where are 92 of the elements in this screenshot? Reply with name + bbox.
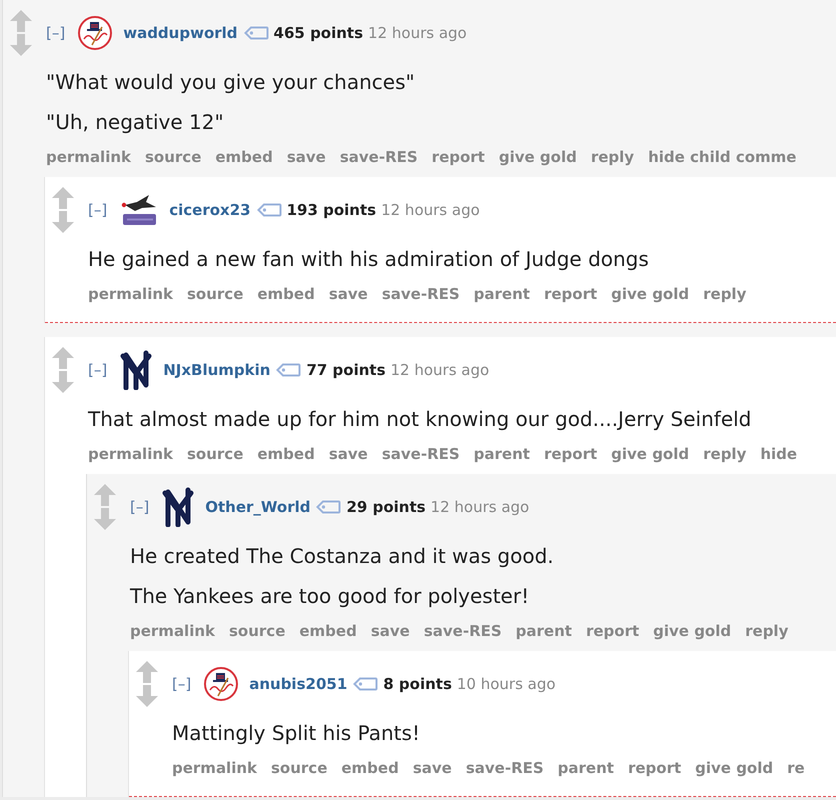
action-link[interactable]: hide child comme: [648, 146, 796, 168]
ring-emblem-icon: [203, 666, 240, 702]
action-link[interactable]: parent: [474, 442, 530, 466]
tag-icon[interactable]: [256, 203, 282, 217]
action-link[interactable]: reply: [703, 282, 746, 306]
upvote-icon[interactable]: [52, 347, 74, 369]
action-link[interactable]: report: [544, 442, 598, 466]
timestamp: 12 hours ago: [430, 496, 530, 518]
action-link[interactable]: source: [145, 146, 202, 168]
action-link[interactable]: permalink: [88, 282, 173, 306]
score-text: 465 points: [274, 22, 364, 44]
crossed-emblem-icon: [119, 350, 154, 390]
collapse-toggle[interactable]: [–]: [88, 358, 108, 382]
action-link[interactable]: source: [187, 442, 244, 466]
action-link[interactable]: source: [229, 620, 286, 642]
username-link[interactable]: anubis2051: [249, 672, 348, 696]
comment-text: The Yankees are too good for polyester!: [130, 583, 530, 610]
action-link[interactable]: give gold: [498, 146, 577, 168]
comment-text: That almost made up for him not knowing our god....Jerry Seinfeld: [88, 406, 752, 433]
action-link[interactable]: permalink: [130, 620, 215, 642]
timestamp: 12 hours ago: [368, 22, 467, 44]
timestamp: 12 hours ago: [390, 360, 490, 381]
collapse-toggle[interactable]: [–]: [130, 496, 150, 518]
comment-text: "What would you give your chances": [46, 69, 416, 96]
comment-text: He created The Costanza and it was good.: [130, 543, 555, 570]
action-link[interactable]: save: [328, 442, 368, 466]
action-link[interactable]: embed: [257, 282, 315, 306]
username-link[interactable]: NJxBlumpkin: [163, 358, 270, 382]
downvote-icon[interactable]: [10, 34, 32, 56]
action-link[interactable]: permalink: [88, 442, 173, 466]
action-link[interactable]: save: [412, 756, 452, 780]
action-link[interactable]: reply: [745, 620, 788, 642]
downvote-icon[interactable]: [136, 685, 158, 707]
action-link[interactable]: report: [628, 756, 682, 780]
score-text: 8 points: [383, 674, 452, 695]
action-link[interactable]: save-RES: [340, 146, 418, 168]
action-link[interactable]: report: [544, 282, 598, 306]
upvote-icon[interactable]: [136, 661, 158, 683]
tag-icon[interactable]: [316, 500, 342, 514]
upvote-icon[interactable]: [94, 484, 116, 506]
downvote-icon[interactable]: [94, 508, 116, 530]
score-text: 193 points: [286, 200, 376, 221]
action-link[interactable]: permalink: [172, 756, 257, 780]
collapse-toggle[interactable]: [–]: [172, 672, 192, 696]
username-link[interactable]: cicerox23: [169, 198, 251, 222]
comment-text: Mattingly Split his Pants!: [172, 720, 421, 747]
timestamp: 10 hours ago: [456, 674, 556, 695]
action-link[interactable]: give gold: [611, 442, 690, 466]
action-link[interactable]: parent: [558, 756, 614, 780]
action-link[interactable]: parent: [516, 620, 572, 642]
crossed-emblem-icon: [161, 487, 196, 527]
action-link[interactable]: parent: [474, 282, 530, 306]
collapse-toggle[interactable]: [–]: [46, 22, 66, 44]
action-link[interactable]: embed: [299, 620, 357, 642]
action-link[interactable]: save-RES: [466, 756, 544, 780]
action-link[interactable]: permalink: [46, 146, 131, 168]
tag-icon[interactable]: [353, 677, 378, 691]
action-link[interactable]: save-RES: [424, 620, 502, 642]
upvote-icon[interactable]: [10, 10, 32, 32]
action-link[interactable]: re: [787, 756, 805, 780]
action-link[interactable]: embed: [215, 146, 273, 168]
action-link[interactable]: save-RES: [382, 282, 460, 306]
action-link[interactable]: save-RES: [382, 442, 460, 466]
comment-text: "Uh, negative 12": [46, 109, 225, 136]
action-link[interactable]: embed: [341, 756, 399, 780]
action-link[interactable]: hide: [760, 442, 798, 466]
comment-text: He gained a new fan with his admiration of Judge dongs: [88, 246, 650, 273]
ring-emblem-icon: [77, 15, 114, 51]
username-link[interactable]: Other_World: [205, 496, 310, 518]
action-link[interactable]: save: [286, 146, 326, 168]
action-link[interactable]: source: [271, 756, 328, 780]
action-link[interactable]: report: [432, 146, 485, 168]
action-link[interactable]: give gold: [695, 756, 774, 780]
tag-icon[interactable]: [244, 26, 269, 40]
action-link[interactable]: reply: [590, 146, 634, 168]
timestamp: 12 hours ago: [381, 200, 480, 221]
score-text: 77 points: [306, 360, 386, 381]
downvote-icon[interactable]: [52, 371, 74, 393]
tag-icon[interactable]: [276, 363, 302, 377]
action-link[interactable]: give gold: [653, 620, 732, 642]
action-link[interactable]: source: [187, 282, 244, 306]
action-link[interactable]: report: [586, 620, 640, 642]
action-link[interactable]: reply: [703, 442, 746, 466]
action-link[interactable]: embed: [257, 442, 315, 466]
collapse-toggle[interactable]: [–]: [88, 198, 108, 222]
score-text: 29 points: [346, 496, 426, 518]
action-link[interactable]: give gold: [611, 282, 690, 306]
action-link[interactable]: save: [328, 282, 368, 306]
username-link[interactable]: waddupworld: [123, 22, 238, 44]
upvote-icon[interactable]: [52, 187, 74, 209]
action-link[interactable]: save: [370, 620, 410, 642]
downvote-icon[interactable]: [52, 211, 74, 233]
